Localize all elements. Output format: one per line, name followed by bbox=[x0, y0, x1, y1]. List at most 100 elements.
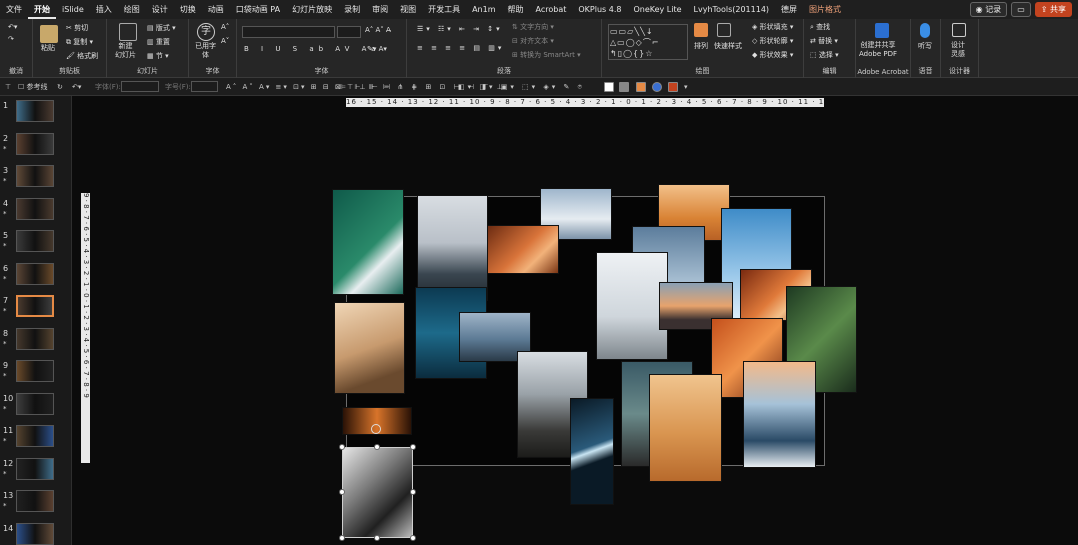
slide-thumbnail[interactable]: 6 * bbox=[0, 262, 72, 292]
menu-tab-14[interactable]: An1m bbox=[466, 0, 501, 19]
snowy-mountain-photo[interactable] bbox=[417, 195, 488, 301]
resize-handle-se[interactable] bbox=[410, 535, 416, 541]
font-name-field[interactable] bbox=[242, 26, 335, 38]
menu-tab-7[interactable]: 动画 bbox=[202, 0, 230, 19]
copy-button[interactable]: ⧉ 复制 ▾ bbox=[66, 38, 93, 47]
menu-tab-17[interactable]: OKPlus 4.8 bbox=[572, 0, 627, 19]
menu-tab-3[interactable]: 插入 bbox=[90, 0, 118, 19]
canyon-photo[interactable] bbox=[487, 225, 559, 274]
menu-tab-21[interactable]: 图片格式 bbox=[803, 0, 847, 19]
reset-button[interactable]: ▥ 重置 bbox=[147, 38, 170, 47]
pier-photo[interactable] bbox=[596, 252, 668, 360]
smartart-button[interactable]: ⊞ 转换为 SmartArt ▾ bbox=[512, 51, 581, 60]
select-button[interactable]: ⬚ 选择 ▾ bbox=[810, 51, 839, 60]
align-text-button[interactable]: ⊟ 对齐文本 ▾ bbox=[512, 37, 554, 46]
slide-thumbnail[interactable]: 5 * bbox=[0, 229, 72, 259]
quick-styles-button[interactable]: 快速样式 bbox=[714, 42, 742, 51]
orange-swatch-icon[interactable] bbox=[636, 82, 646, 92]
arrange-button[interactable]: 排列 bbox=[694, 42, 708, 51]
menu-tab-5[interactable]: 设计 bbox=[146, 0, 174, 19]
toolbar-size-field[interactable] bbox=[191, 81, 218, 92]
format-painter-button[interactable]: 🖌 格式刷 bbox=[66, 52, 98, 61]
frozen-lake-photo[interactable] bbox=[570, 398, 614, 505]
create-pdf-button[interactable]: 创建并共享 Adobe PDF bbox=[859, 41, 897, 59]
menu-tab-18[interactable]: OneKey Lite bbox=[627, 0, 687, 19]
menu-tab-10[interactable]: 录制 bbox=[338, 0, 366, 19]
resize-handle-e[interactable] bbox=[410, 489, 416, 495]
slide-thumbnail[interactable]: 2 * bbox=[0, 132, 72, 162]
undo-small-icon[interactable]: ↶▾ bbox=[72, 81, 81, 93]
font-format-buttons[interactable]: B I U S ab AV Aa bbox=[244, 45, 381, 54]
menu-tab-13[interactable]: 开发工具 bbox=[422, 0, 466, 19]
selection-box[interactable] bbox=[342, 447, 413, 538]
find-button[interactable]: ⌕ 查找 bbox=[810, 23, 830, 32]
paste-button[interactable]: 粘贴 bbox=[41, 44, 55, 53]
resize-handle-w[interactable] bbox=[339, 489, 345, 495]
slide-thumbnail[interactable]: 8 * bbox=[0, 327, 72, 357]
design-ideas-button[interactable]: 设计 灵感 bbox=[951, 41, 965, 59]
redo-icon[interactable]: ↷ bbox=[8, 35, 14, 44]
record-button[interactable]: ◉ 记录 bbox=[969, 2, 1008, 17]
pin-icon[interactable]: ⊤ bbox=[5, 81, 11, 93]
resize-handle-sw[interactable] bbox=[339, 535, 345, 541]
menu-tab-16[interactable]: Acrobat bbox=[530, 0, 573, 19]
snowy-peak-photo[interactable] bbox=[743, 361, 816, 468]
text-direction-button[interactable]: ⇅ 文字方向 ▾ bbox=[512, 23, 554, 32]
menu-tab-8[interactable]: 口袋动画 PA bbox=[230, 0, 286, 19]
shapes-gallery[interactable]: ▭▭▱╲╲↓ △▭◯◇⌒⌐ ↰▯◯{}☆ bbox=[608, 24, 688, 60]
alignment-buttons[interactable]: ≡ ≡ ≡ ≡ ▤ ▥▾ bbox=[417, 44, 504, 53]
comment-icon[interactable]: ▭ bbox=[1011, 2, 1031, 17]
replace-button[interactable]: ⇄ 替换 ▾ bbox=[810, 37, 838, 46]
menu-tab-9[interactable]: 幻灯片放映 bbox=[286, 0, 338, 19]
toolbar-font-field[interactable] bbox=[121, 81, 159, 92]
slide-thumbnail[interactable]: 3 * bbox=[0, 164, 72, 194]
menu-tab-20[interactable]: 德屏 bbox=[775, 0, 803, 19]
dictate-button[interactable]: 听写 bbox=[918, 42, 932, 51]
shape-outline-button[interactable]: ◇ 形状轮廓 ▾ bbox=[752, 37, 793, 46]
menu-tab-19[interactable]: LvyhTools(201114) bbox=[688, 0, 775, 19]
font-size-field[interactable] bbox=[337, 26, 361, 38]
menu-tab-6[interactable]: 切换 bbox=[174, 0, 202, 19]
layout-button[interactable]: ▤ 版式 ▾ bbox=[147, 24, 176, 33]
font-grow-icon[interactable]: A˄ bbox=[221, 23, 229, 32]
slide-thumbnail[interactable]: 4 * bbox=[0, 197, 72, 227]
resize-handle-nw[interactable] bbox=[339, 444, 345, 450]
shape-effects-button[interactable]: ◆ 形状效果 ▾ bbox=[752, 51, 793, 60]
highlight-color-icon[interactable]: ✎▾ A▾ bbox=[367, 45, 387, 54]
white-swatch-icon[interactable] bbox=[604, 82, 614, 92]
slide-thumbnail[interactable]: 1 bbox=[0, 99, 72, 129]
desert-sand-photo[interactable] bbox=[649, 374, 722, 482]
slide-thumbnail[interactable]: 9 * bbox=[0, 359, 72, 389]
ocean-aerial-photo[interactable] bbox=[332, 189, 404, 295]
menu-tab-15[interactable]: 帮助 bbox=[502, 0, 530, 19]
list-buttons[interactable]: ☰▾ ☷▾ ⇤ ⇥ ↕▾ bbox=[417, 25, 503, 34]
gray-swatch-icon[interactable] bbox=[619, 82, 629, 92]
shape-fill-button[interactable]: ◈ 形状填充 ▾ bbox=[752, 23, 793, 32]
rotate-handle-icon[interactable] bbox=[371, 424, 381, 434]
resize-handle-n[interactable] bbox=[374, 444, 380, 450]
slide-thumbnail[interactable]: 11 * bbox=[0, 424, 72, 454]
resize-handle-ne[interactable] bbox=[410, 444, 416, 450]
slide-thumbnail[interactable]: 10 * bbox=[0, 392, 72, 422]
share-button[interactable]: ⇪ 共享 bbox=[1034, 2, 1072, 17]
sand-dunes-photo[interactable] bbox=[334, 302, 405, 394]
blue-circle-icon[interactable] bbox=[652, 82, 662, 92]
toolbar-color-tools[interactable]: ◧▾ ◨▾ ▣▾ ⬚▾ ◈▾ ✎ ⌾ bbox=[458, 81, 585, 93]
font-size-arrows[interactable]: A˄ A˅ A̶ bbox=[365, 26, 391, 35]
resize-handle-s[interactable] bbox=[374, 535, 380, 541]
section-button[interactable]: ▦ 节 ▾ bbox=[147, 52, 169, 61]
undo-icon[interactable]: ↶▾ bbox=[8, 23, 17, 32]
menu-tab-2[interactable]: iSlide bbox=[56, 0, 90, 19]
slide-thumbnail[interactable]: 7 * bbox=[0, 294, 72, 324]
slide-thumbnail[interactable]: 14 bbox=[0, 522, 72, 545]
refresh-icon[interactable]: ↻ bbox=[57, 81, 63, 93]
slide-thumbnail[interactable]: 12 * bbox=[0, 457, 72, 487]
slide-thumbnail[interactable]: 13 * bbox=[0, 489, 72, 519]
cut-button[interactable]: ✂ 剪切 bbox=[66, 24, 88, 33]
menu-tab-12[interactable]: 视图 bbox=[394, 0, 422, 19]
used-font-button[interactable]: 已用字 体 bbox=[195, 42, 216, 60]
red-swatch-icon[interactable] bbox=[668, 82, 678, 92]
menu-tab-0[interactable]: 文件 bbox=[0, 0, 28, 19]
more-tools-icon[interactable]: ▾ bbox=[684, 81, 688, 93]
menu-tab-11[interactable]: 审阅 bbox=[366, 0, 394, 19]
